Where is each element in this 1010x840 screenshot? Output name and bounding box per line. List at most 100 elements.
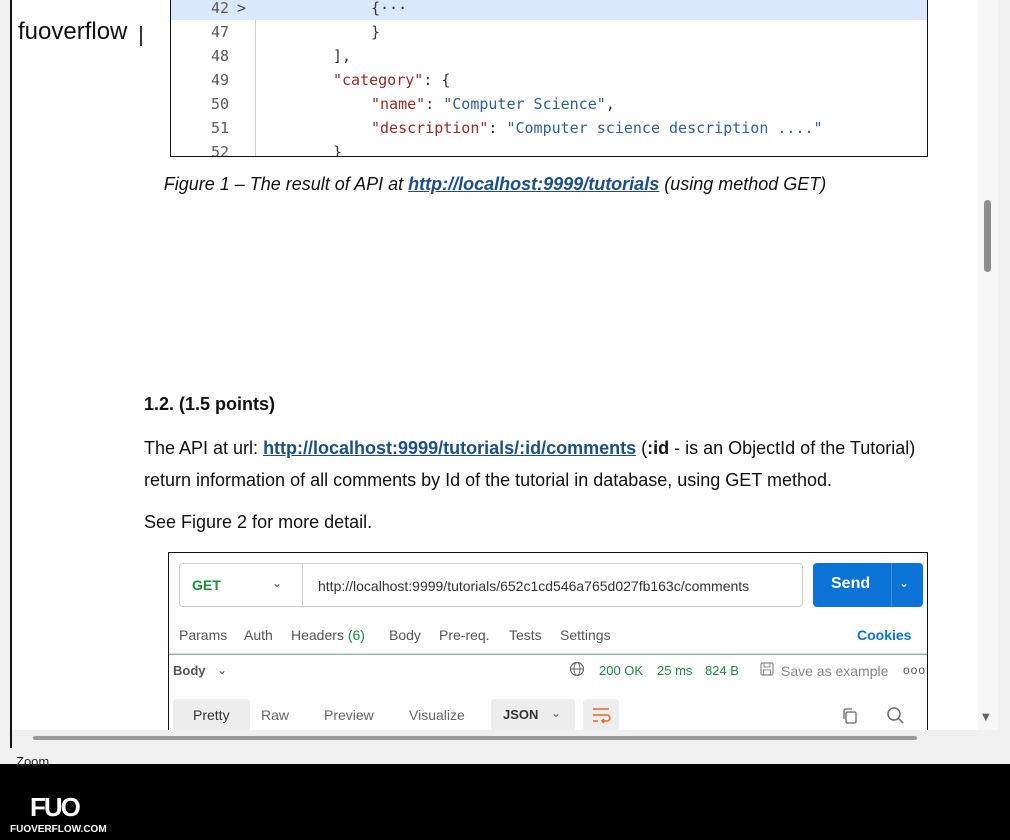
comments-api-link[interactable]: http://localhost:9999/tutorials/:id/comm… (263, 438, 636, 458)
save-icon (760, 662, 774, 676)
tab-body[interactable]: Body (389, 627, 421, 643)
format-select[interactable]: JSON ⌄ (491, 699, 575, 730)
para-rest: - is an ObjectId of the Tutorial) (669, 438, 916, 458)
document-viewer: 42 > {··· 47} 48], 49 "category": {50 "name": "… (0, 0, 1010, 769)
search-icon[interactable] (885, 705, 905, 725)
line-number: 49 (210, 71, 229, 89)
view-pretty[interactable]: Pretty (173, 699, 250, 730)
logo-text: FUOVERFLOW.COM (10, 824, 107, 835)
tab-prereq[interactable]: Pre-req. (439, 627, 490, 643)
code-text: ], (333, 44, 351, 68)
fold-chevron-icon[interactable]: > (237, 0, 246, 20)
scroll-down-arrow-icon[interactable]: ▼ (982, 712, 990, 723)
copy-icon[interactable] (841, 707, 859, 725)
code-line: 48], (171, 44, 927, 68)
postman-figure: GET ⌄ http://localhost:9999/tutorials/65… (168, 552, 928, 730)
fuoverflow-logo: FUO FUOVERFLOW.COM (10, 792, 107, 840)
send-button[interactable]: Send ⌄ (813, 563, 923, 607)
code-line: 52} (171, 140, 927, 157)
paragraph-api-description: The API at url: http://localhost:9999/tu… (144, 432, 944, 496)
code-token: : (488, 119, 507, 137)
request-bar: GET ⌄ http://localhost:9999/tutorials/65… (179, 563, 803, 607)
para-prefix: The API at url: (144, 438, 264, 458)
view-raw[interactable]: Raw (261, 699, 289, 730)
watermark-text: fuoverflow (18, 18, 128, 45)
document-page: 42 > {··· 47} 48], 49 "category": {50 "name": "… (12, 0, 978, 730)
code-token: ], (333, 47, 352, 65)
code-token: : (425, 95, 444, 113)
code-token: "Computer Science" (443, 95, 606, 113)
view-visualize[interactable]: Visualize (409, 699, 465, 730)
para-paren: ( (636, 438, 648, 458)
line-number: 52 (210, 143, 229, 157)
code-token: ··· (380, 0, 408, 17)
wrap-lines-button[interactable] (583, 699, 619, 730)
code-token: } (371, 23, 381, 41)
cookies-link[interactable]: Cookies (857, 627, 911, 643)
caption-prefix: Figure 1 – The result of API at (163, 174, 409, 194)
code-line: 42 > {··· (171, 0, 927, 20)
code-text: "category": { (333, 68, 450, 92)
code-line: 49 "category": { (171, 68, 927, 92)
caption-link[interactable]: http://localhost:9999/tutorials (408, 174, 659, 194)
format-label: JSON (503, 707, 539, 722)
send-divider (891, 563, 892, 607)
code-token: } (333, 143, 343, 157)
caption-suffix: (using method GET) (659, 174, 827, 194)
tab-settings[interactable]: Settings (560, 627, 611, 643)
tab-headers-label: Headers (291, 627, 344, 643)
logo-mark: FUO (30, 792, 81, 822)
id-param: :id (647, 438, 670, 458)
section-title: 1.2. (1.5 points) (144, 394, 276, 414)
watermark-stamp: fuoverflow (12, 12, 144, 52)
code-text: "description": "Computer science descrip… (371, 116, 823, 140)
tab-params[interactable]: Params (179, 627, 227, 643)
line-number: 42 (210, 0, 229, 17)
response-body-select[interactable]: Body (173, 663, 206, 678)
para-line2: return information of all comments by Id… (144, 470, 833, 490)
line-number: 51 (210, 119, 229, 137)
code-token: "description" (371, 119, 489, 137)
code-token: "category" (333, 71, 424, 89)
code-token: "name" (371, 95, 426, 113)
code-token: , (605, 95, 615, 113)
code-token: { (371, 0, 381, 17)
send-label: Send (831, 575, 871, 592)
line-number: 47 (210, 23, 229, 41)
response-time: 25 ms (657, 663, 693, 678)
vertical-scrollbar[interactable] (978, 0, 998, 730)
method-select[interactable]: GET (192, 577, 221, 593)
code-token: : { (423, 71, 451, 89)
view-preview[interactable]: Preview (324, 699, 374, 730)
headers-count: (6) (347, 627, 365, 643)
horizontal-scrollbar-thumb[interactable] (33, 736, 917, 740)
zoom-label[interactable]: Zoom (16, 754, 49, 769)
response-divider (169, 654, 927, 655)
chevron-down-icon[interactable]: ⌄ (272, 576, 282, 590)
code-text: } (371, 20, 380, 44)
code-text: "name": "Computer Science", (371, 92, 615, 116)
more-options-icon[interactable]: ooo (903, 663, 926, 677)
json-code-figure: 42 > {··· 47} 48], 49 "category": {50 "name": "… (170, 0, 928, 157)
request-divider (302, 564, 303, 606)
chevron-down-icon[interactable]: ⌄ (217, 663, 227, 677)
wrap-lines-icon (593, 708, 611, 724)
globe-icon (569, 661, 585, 677)
chevron-down-icon[interactable]: ⌄ (899, 576, 909, 590)
text-caret (140, 26, 142, 46)
vertical-scrollbar-thumb[interactable] (984, 200, 991, 272)
response-size: 824 B (705, 663, 739, 678)
code-line: 50 "name": "Computer Science", (171, 92, 927, 116)
chevron-down-icon[interactable]: ⌄ (551, 706, 561, 720)
tab-tests[interactable]: Tests (509, 627, 542, 643)
code-text: {··· (371, 0, 407, 20)
save-as-example-button[interactable]: Save as example (781, 663, 888, 679)
code-line: 51 "description": "Computer science descr… (171, 116, 927, 140)
figure-1-caption: Figure 1 – The result of API at http://l… (12, 174, 978, 195)
status-code: 200 OK (599, 663, 644, 678)
tab-headers[interactable]: Headers (6) (291, 627, 365, 643)
code-text: } (333, 140, 343, 157)
code-line: 47} (171, 20, 927, 44)
tab-auth[interactable]: Auth (244, 627, 273, 643)
url-input[interactable]: http://localhost:9999/tutorials/652c1cd5… (318, 578, 749, 594)
